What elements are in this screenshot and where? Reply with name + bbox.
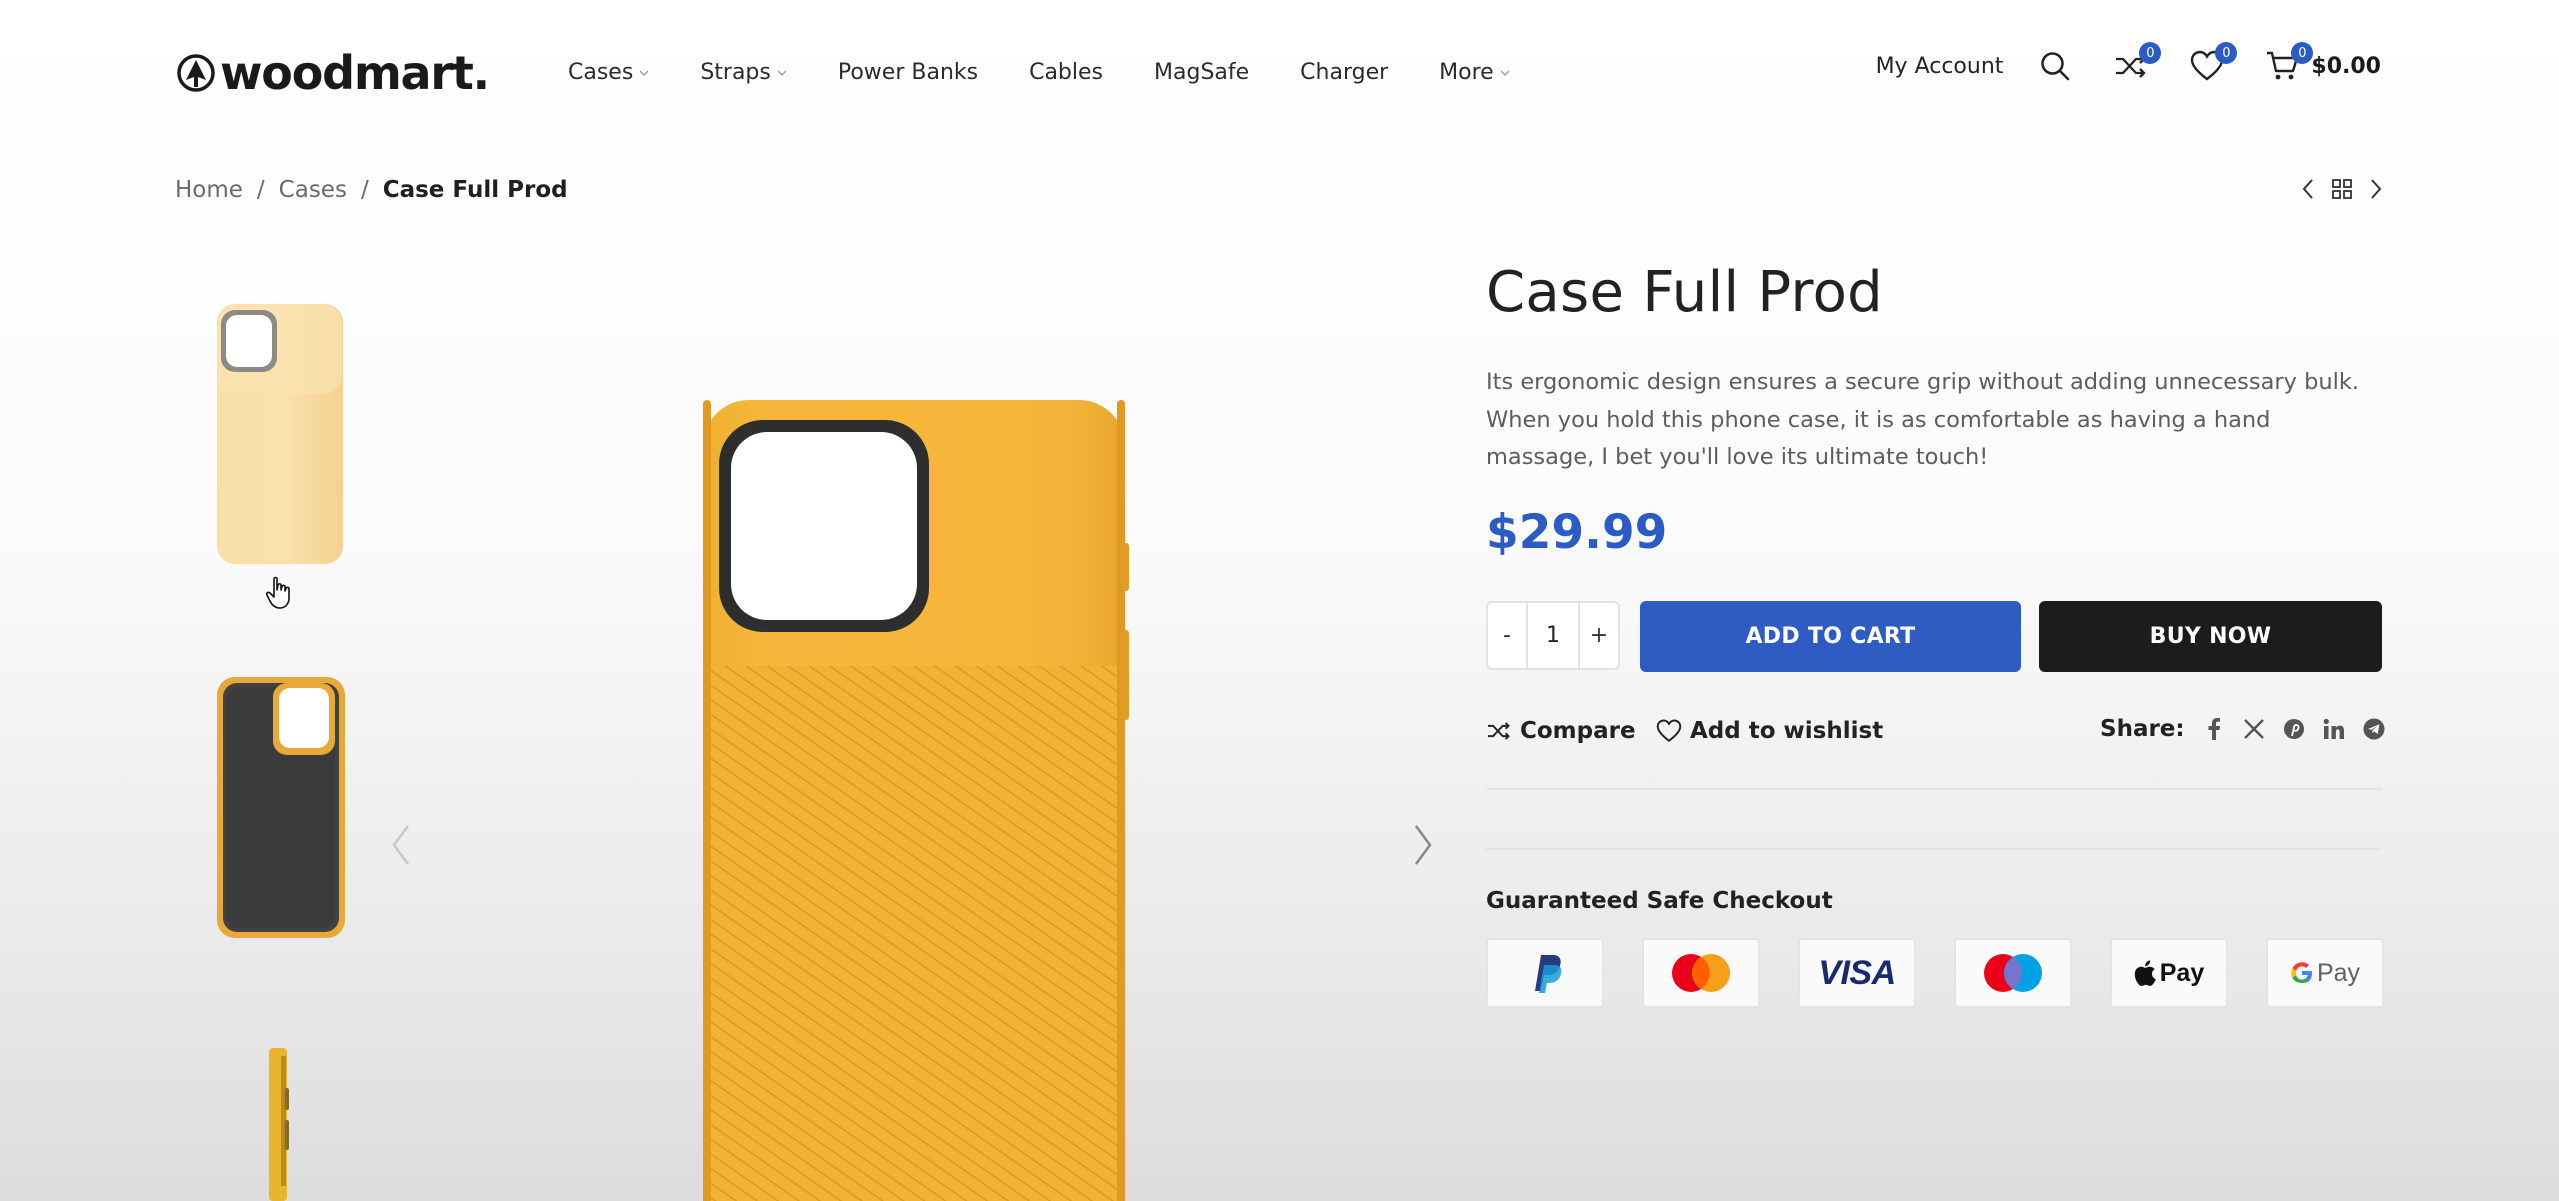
nav-item-magsafe[interactable]: MagSafe [1154,60,1249,85]
shuffle-icon [1488,722,1510,740]
breadcrumb-current: Case Full Prod [382,177,568,203]
x-icon[interactable] [2243,718,2265,740]
main-product-image-yellow-case[interactable] [697,398,1131,1201]
apple-pay-logo: Pay [2110,938,2228,1008]
product-title: Case Full Prod [1486,260,1883,325]
cart-icon-wrap: 0 [2265,42,2314,84]
search-icon [2041,52,2070,81]
previous-product-icon[interactable] [2301,178,2315,200]
add-to-wishlist-link[interactable]: Add to wishlist [1656,718,1883,744]
nav-label: MagSafe [1154,60,1250,85]
quantity-minus-button[interactable]: - [1488,623,1526,648]
logo-text: woodmart. [220,46,490,100]
product-description: Its ergonomic design ensures a secure gr… [1486,369,2360,470]
nav-label: Charger [1300,60,1389,85]
compare-label: Compare [1520,718,1636,744]
nav-label: More [1439,60,1494,85]
share-bar: Share: [2100,716,2385,742]
payment-methods: VISA Pay Pay [1486,938,2384,1008]
visa-label: VISA [1818,953,1896,992]
hand-cursor-icon [265,576,290,609]
cart-count-badge: 0 [2291,42,2314,64]
apple-icon [2134,960,2156,986]
linkedin-icon[interactable] [2323,718,2345,740]
breadcrumb-separator: / [360,177,369,203]
facebook-icon[interactable] [2203,718,2225,740]
thumbnail-dark-interior-case[interactable] [215,675,347,940]
compare-header-button[interactable]: 0 [2113,42,2162,84]
google-pay-label: Pay [2316,958,2361,987]
apple-pay-label: Pay [2159,958,2205,987]
cart-total: $0.00 [2311,53,2381,79]
compare-count-badge: 0 [2139,42,2162,64]
main-nav: Cases Straps Power Banks Cables MagSafe … [568,60,1561,85]
thumbnail-side-case[interactable] [266,1048,292,1201]
breadcrumb-category[interactable]: Cases [279,177,347,203]
compare-link[interactable]: Compare [1486,718,1636,744]
next-product-icon[interactable] [2369,178,2383,200]
thumbnail-pale-yellow-case[interactable] [215,302,345,566]
divider [1486,848,2382,850]
quantity-stepper: - 1 + [1486,601,1620,670]
breadcrumb-separator: / [256,177,265,203]
nav-label: Cables [1029,60,1104,85]
paypal-logo [1486,938,1604,1008]
breadcrumb: Home / Cases / Case Full Prod [175,177,568,203]
header-actions: My Account 0 0 0 $0.00 [1876,42,2381,84]
chevron-down-icon [1500,70,1510,76]
nav-item-straps[interactable]: Straps [700,60,787,85]
product-price: $29.99 [1486,505,1668,560]
chevron-down-icon [777,70,787,76]
wishlist-label: Add to wishlist [1690,718,1884,744]
my-account-link[interactable]: My Account [1876,54,2004,79]
wishlist-header-button[interactable]: 0 [2189,42,2238,84]
nav-label: Power Banks [837,60,979,85]
share-label: Share: [2100,716,2185,742]
grid-icon[interactable] [2331,178,2353,200]
safe-checkout-heading: Guaranteed Safe Checkout [1486,888,1833,914]
google-g-icon [2291,962,2312,983]
nav-item-cables[interactable]: Cables [1029,60,1103,85]
cart-button[interactable]: 0 $0.00 [2265,42,2381,84]
search-button[interactable] [2037,48,2073,84]
heart-icon [1656,719,1682,742]
visa-logo: VISA [1798,938,1916,1008]
quantity-plus-button[interactable]: + [1580,623,1618,648]
chevron-down-icon [639,70,649,76]
breadcrumb-home[interactable]: Home [175,177,243,203]
nav-item-cases[interactable]: Cases [568,60,649,85]
nav-item-charger[interactable]: Charger [1300,60,1388,85]
nav-item-power-banks[interactable]: Power Banks [838,60,978,85]
quantity-input[interactable]: 1 [1526,603,1580,668]
pinterest-icon[interactable] [2283,718,2305,740]
gallery-next-arrow-icon[interactable] [1410,822,1436,868]
nav-label: Straps [700,60,771,85]
nav-item-more[interactable]: More [1439,60,1510,85]
buy-now-button[interactable]: BUY NOW [2039,601,2382,672]
mastercard-logo [1642,938,1760,1008]
divider [1486,788,2382,790]
product-navigation [2301,178,2383,200]
maestro-logo [1954,938,2072,1008]
telegram-icon[interactable] [2363,718,2385,740]
logo[interactable]: woodmart. [176,46,490,100]
wishlist-count-badge: 0 [2215,42,2238,64]
logo-tree-icon [177,54,215,92]
google-pay-logo: Pay [2266,938,2384,1008]
add-to-cart-button[interactable]: ADD TO CART [1640,601,2021,672]
gallery-prev-arrow-icon[interactable] [388,822,414,868]
nav-label: Cases [568,60,634,85]
